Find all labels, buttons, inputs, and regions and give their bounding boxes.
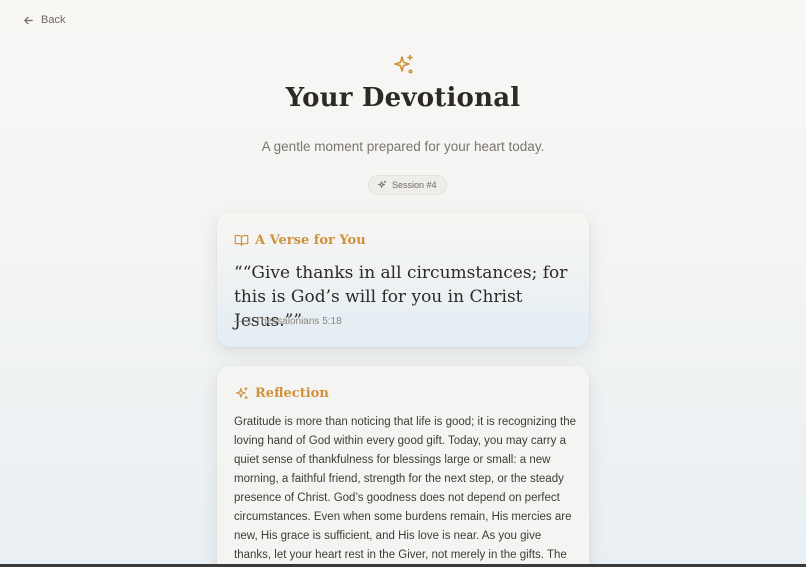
session-label: Session #4 [392,180,437,190]
verse-card: A Verse for You ““Give thanks in all cir… [217,213,589,347]
reflection-text: Gratitude is more than noticing that lif… [234,416,576,561]
back-button[interactable]: Back [23,14,65,26]
session-badge: Session #4 [368,175,447,195]
arrow-left-icon [24,16,33,24]
verse-heading: A Verse for You [255,233,366,248]
reflection-card: Reflection Gratitude is more than notici… [217,366,589,567]
sparkles-icon [235,387,248,399]
back-label: Back [41,14,66,26]
sparkles-icon [378,180,387,188]
reflection-heading: Reflection [255,386,329,401]
page-subtitle: A gentle moment prepared for your heart … [261,139,545,154]
verse-card-header: A Verse for You [234,233,366,248]
reflection-card-header: Reflection [234,386,329,401]
sparkles-icon [394,54,413,74]
page-title: Your Devotional [285,83,521,113]
book-open-icon [234,234,249,247]
verse-reference: — 1 Thessalonians 5:18 [234,316,342,327]
